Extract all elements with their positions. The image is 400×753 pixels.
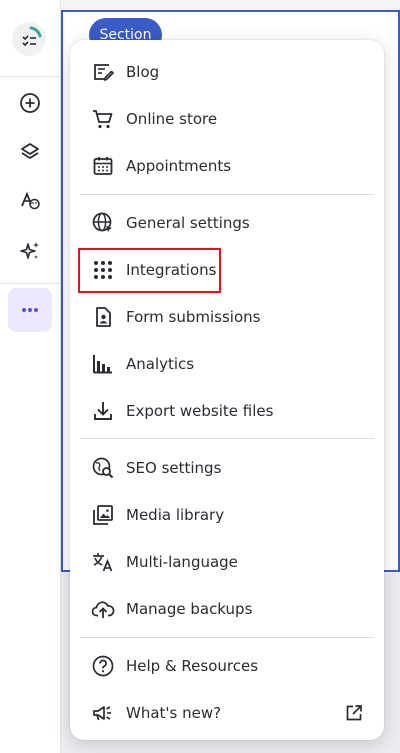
menu-item-online-store[interactable]: Online store [80, 99, 374, 139]
menu-divider [80, 438, 374, 439]
menu-item-manage-backups[interactable]: Manage backups [80, 589, 374, 629]
menu-item-label: Analytics [126, 355, 195, 373]
menu-item-label: Integrations [126, 261, 217, 279]
menu-divider [80, 637, 374, 638]
media-icon [91, 503, 115, 527]
menu-item-label: Online store [126, 110, 218, 128]
menu-item-label: What's new? [126, 704, 222, 722]
menu-item-label: Blog [126, 63, 160, 81]
left-sidebar [0, 0, 61, 753]
layers-icon[interactable] [8, 130, 52, 174]
more-menu: Blog Online store Appointments General s… [70, 40, 384, 740]
bar-chart-icon [91, 352, 115, 376]
menu-item-label: Help & Resources [126, 657, 259, 675]
download-icon [91, 399, 115, 423]
external-link-icon [344, 703, 364, 723]
cart-icon [91, 107, 115, 131]
menu-item-whats-new[interactable]: What's new? [80, 693, 374, 733]
menu-item-help-resources[interactable]: Help & Resources [80, 646, 374, 686]
add-icon[interactable] [8, 81, 52, 125]
menu-item-label: Form submissions [126, 308, 261, 326]
rail-divider [0, 283, 60, 284]
seo-icon [91, 456, 115, 480]
ai-sparkle-icon[interactable] [8, 229, 52, 273]
menu-item-blog[interactable]: Blog [80, 52, 374, 92]
menu-divider [80, 194, 374, 195]
menu-item-analytics[interactable]: Analytics [80, 344, 374, 384]
calendar-icon [91, 154, 115, 178]
menu-item-integrations[interactable]: Integrations [80, 250, 374, 290]
menu-item-general-settings[interactable]: General settings [80, 203, 374, 243]
menu-item-form-submissions[interactable]: Form submissions [80, 297, 374, 337]
styles-icon[interactable] [8, 179, 52, 223]
cloud-backup-icon [91, 597, 115, 621]
form-icon [91, 305, 115, 329]
menu-item-label: Media library [126, 506, 225, 524]
more-icon[interactable] [8, 288, 52, 332]
menu-item-seo-settings[interactable]: SEO settings [80, 448, 374, 488]
rail-divider [0, 76, 60, 77]
menu-item-appointments[interactable]: Appointments [80, 146, 374, 186]
checklist-logo-icon[interactable] [12, 22, 46, 56]
menu-item-label: SEO settings [126, 459, 222, 477]
menu-item-label: Multi-language [126, 553, 238, 571]
blog-icon [91, 60, 115, 84]
menu-item-media-library[interactable]: Media library [80, 495, 374, 535]
menu-item-label: Manage backups [126, 600, 253, 618]
menu-item-label: General settings [126, 214, 250, 232]
menu-item-multi-language[interactable]: Multi-language [80, 542, 374, 582]
menu-item-label: Export website files [126, 402, 274, 420]
menu-item-export-website-files[interactable]: Export website files [80, 391, 374, 431]
megaphone-icon [91, 701, 115, 725]
grid-dots-icon [91, 258, 115, 282]
translate-icon [91, 550, 115, 574]
globe-settings-icon [91, 211, 115, 235]
menu-item-label: Appointments [126, 157, 232, 175]
help-icon [91, 654, 115, 678]
